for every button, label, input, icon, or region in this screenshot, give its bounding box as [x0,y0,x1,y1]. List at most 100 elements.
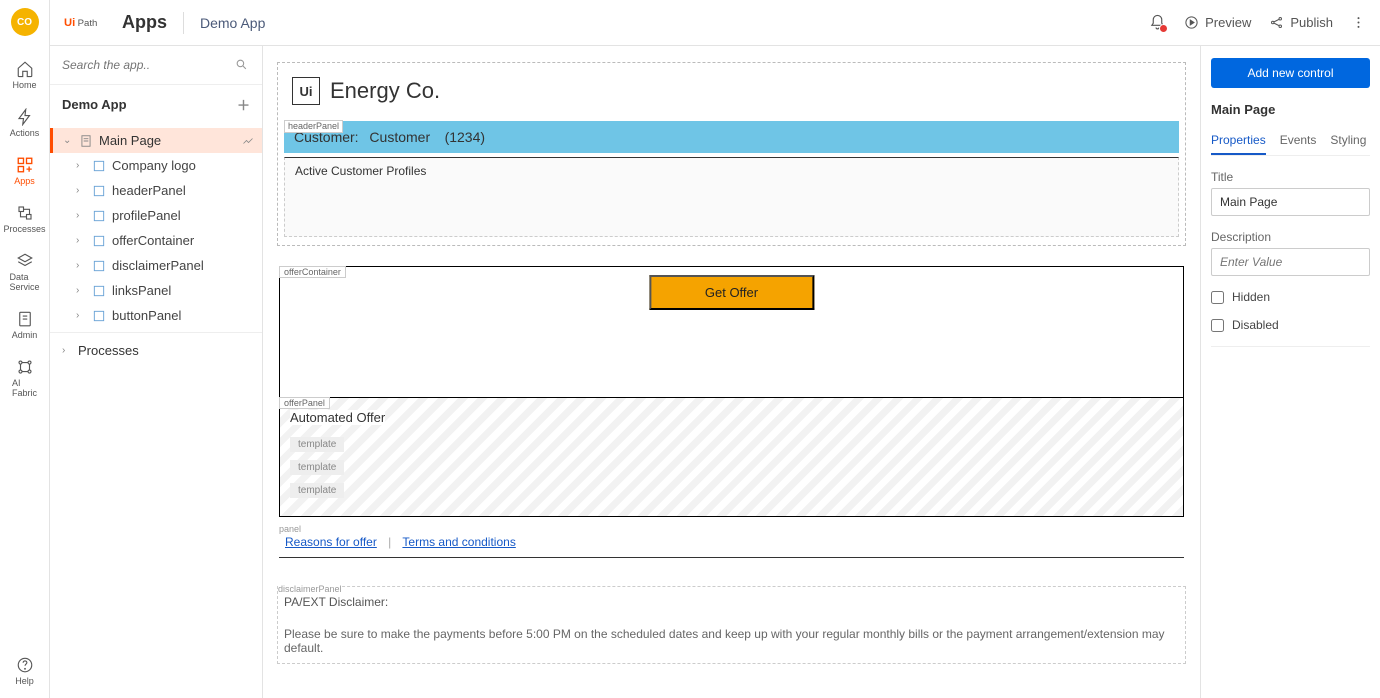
rail-apps[interactable]: Apps [0,150,50,192]
more-button[interactable] [1351,15,1366,30]
tree-item-label: linksPanel [112,283,171,298]
publish-button[interactable]: Publish [1269,15,1333,30]
tree-profilepanel[interactable]: › profilePanel [50,203,262,228]
hidden-checkbox[interactable]: Hidden [1211,290,1370,304]
props-divider [1211,346,1370,347]
container-icon [92,209,106,223]
tree-item-label: buttonPanel [112,308,181,323]
rail-help[interactable]: Help [0,650,50,692]
tab-properties[interactable]: Properties [1211,127,1266,155]
rail-home[interactable]: Home [0,54,50,96]
rail-apps-label: Apps [14,176,35,186]
rail-aifabric-label: AI Fabric [12,378,37,398]
container-icon [92,309,106,323]
tree-item-label: profilePanel [112,208,181,223]
help-icon [16,656,34,674]
template-placeholder[interactable]: template [290,483,344,498]
caret-right-icon[interactable]: › [76,310,86,321]
caret-down-icon[interactable]: ⌄ [63,135,73,146]
company-logo-row[interactable]: Ui Energy Co. [284,71,1179,111]
tree-item-label: offerContainer [112,233,194,248]
disclaimer-tag: disclaimerPanel [278,584,342,594]
rail-dataservice[interactable]: Data Service [0,246,50,298]
tree-processes[interactable]: › Processes [50,332,262,368]
caret-right-icon[interactable]: › [76,160,86,171]
rail-actions[interactable]: Actions [0,102,50,144]
header-panel[interactable]: headerPanel Customer: Customer (1234) [284,121,1179,153]
publish-label: Publish [1290,15,1333,30]
tree-linkspanel[interactable]: › linksPanel [50,278,262,303]
rail-processes[interactable]: Processes [0,198,50,240]
rail-dataservice-label: Data Service [9,272,39,292]
tree-buttonpanel[interactable]: › buttonPanel [50,303,262,328]
caret-right-icon[interactable]: › [62,345,72,356]
search-icon[interactable] [235,58,248,71]
container-icon [92,159,106,173]
disabled-checkbox-input[interactable] [1211,319,1224,332]
preview-label: Preview [1205,15,1251,30]
tree-item-label: headerPanel [112,183,186,198]
brand-separator [183,12,184,34]
profile-panel[interactable]: Active Customer Profiles [284,157,1179,237]
svg-text:Path: Path [78,18,98,29]
disclaimer-body: Please be sure to make the payments befo… [284,627,1179,655]
caret-right-icon[interactable]: › [76,285,86,296]
tree-company-logo[interactable]: ›Company logo [50,153,262,178]
home-icon [16,60,34,78]
container-icon [92,284,106,298]
rail-admin[interactable]: Admin [0,304,50,346]
tree-header: Demo App ＋ [50,84,262,124]
topbar: UiPath Apps Demo App Preview Publish [50,0,1380,46]
props-page-title: Main Page [1211,102,1370,117]
caret-right-icon[interactable]: › [76,235,86,246]
tab-events[interactable]: Events [1280,127,1317,155]
offer-top-area[interactable]: offerContainer Get Offer [280,267,1183,397]
caret-right-icon[interactable]: › [76,210,86,221]
template-placeholder[interactable]: template [290,437,344,452]
profiles-title: Active Customer Profiles [295,164,1168,178]
tree-main-page[interactable]: ⌄ Main Page [50,128,262,153]
reasons-link[interactable]: Reasons for offer [285,535,377,549]
search-container [50,46,262,84]
avatar[interactable]: CO [11,8,39,36]
description-label: Description [1211,230,1370,244]
terms-link[interactable]: Terms and conditions [402,535,515,549]
rail-help-label: Help [15,676,34,686]
tree-header-label: Demo App [62,97,127,112]
notifications-icon[interactable] [1149,14,1166,31]
disabled-label: Disabled [1232,318,1279,332]
disabled-checkbox[interactable]: Disabled [1211,318,1370,332]
customer-name: Customer [369,129,430,145]
links-panel[interactable]: panel Reasons for offer | Terms and cond… [279,527,1184,558]
offer-panel[interactable]: offerPanel Automated Offer template temp… [280,397,1183,516]
rail-admin-label: Admin [12,330,38,340]
hidden-checkbox-input[interactable] [1211,291,1224,304]
tree-offercontainer[interactable]: › offerContainer [50,228,262,253]
tree-disclaimerpanel[interactable]: ›disclaimerPanel [50,253,262,278]
get-offer-button[interactable]: Get Offer [649,275,814,310]
tab-styling[interactable]: Styling [1330,127,1366,155]
disclaimer-panel[interactable]: disclaimerPanel PA/EXT Disclaimer: Pleas… [277,586,1186,664]
offercontainer-tag: offerContainer [279,266,346,278]
preview-button[interactable]: Preview [1184,15,1251,30]
bolt-icon [16,108,34,126]
tree-headerpanel[interactable]: › headerPanel [50,178,262,203]
aifabric-icon [16,358,34,376]
caret-right-icon[interactable]: › [76,260,86,271]
template-placeholder[interactable]: template [290,460,344,475]
headerpanel-tag: headerPanel [284,120,343,133]
trend-icon [242,135,254,147]
search-input[interactable] [62,54,250,76]
more-vertical-icon [1351,15,1366,30]
title-input[interactable] [1211,188,1370,216]
add-control-button[interactable]: Add new control [1211,58,1370,88]
description-input[interactable] [1211,248,1370,276]
add-page-button[interactable]: ＋ [237,95,250,114]
offer-container[interactable]: offerContainer Get Offer offerPanel Auto… [279,266,1184,517]
caret-right-icon[interactable]: › [76,185,86,196]
page-outline[interactable]: Ui Energy Co. headerPanel Customer: Cust… [277,62,1186,246]
rail-aifabric[interactable]: AI Fabric [0,352,50,404]
props-tabs: Properties Events Styling [1211,127,1370,156]
brand-apps-label: Apps [122,12,167,33]
canvas[interactable]: Ui Energy Co. headerPanel Customer: Cust… [263,46,1200,698]
